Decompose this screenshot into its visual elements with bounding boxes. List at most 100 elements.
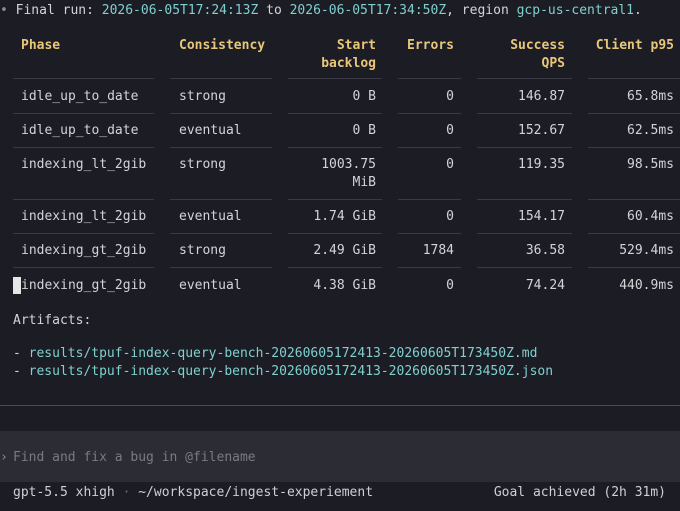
cell-start-backlog-line1: 1003.75 — [321, 157, 376, 172]
header-success-qps-line2: QPS — [541, 56, 565, 71]
header-rule — [588, 78, 680, 79]
artifact-dash: - — [13, 346, 29, 361]
artifacts-heading: Artifacts: — [13, 313, 92, 328]
header-rule — [288, 78, 382, 79]
run-region: gcp-us-central1 — [516, 3, 635, 18]
row-rule — [13, 233, 154, 234]
cell-client-p95: 529.4ms — [619, 243, 674, 258]
row-rule — [398, 113, 461, 114]
cell-success-qps: 152.67 — [518, 123, 565, 138]
summary-prefix: Final run: — [15, 3, 102, 18]
row-rule — [13, 113, 154, 114]
run-start-time: 2026-06-05T17:24:13Z — [101, 3, 259, 18]
header-rule — [398, 78, 461, 79]
header-rule — [13, 78, 154, 79]
header-client-p95: Client p95 — [595, 38, 674, 53]
cell-phase: indexing_gt_2gib — [21, 278, 147, 293]
row-rule — [13, 147, 154, 148]
cell-start-backlog: 2.49 GiB — [313, 243, 376, 258]
cell-errors: 1784 — [422, 243, 454, 258]
run-end-time: 2026-06-05T17:34:50Z — [289, 3, 447, 18]
cell-success-qps: 36.58 — [525, 243, 565, 258]
status-bar-left: gpt-5.5 xhigh · ~/workspace/ingest-exper… — [13, 485, 373, 500]
cell-consistency: eventual — [179, 123, 242, 138]
run-summary: • Final run: 2026-06-05T17:24:13Z to 202… — [0, 3, 642, 18]
cell-phase: idle_up_to_date — [21, 89, 139, 104]
cell-client-p95: 98.5ms — [627, 157, 674, 172]
artifact-item: - results/tpuf-index-query-bench-2026060… — [13, 364, 553, 379]
row-rule — [170, 233, 272, 234]
cell-phase: indexing_gt_2gib — [21, 243, 147, 258]
cell-client-p95: 62.5ms — [627, 123, 674, 138]
header-success-qps: Success QPS — [510, 37, 565, 73]
row-rule — [398, 199, 461, 200]
cell-start-backlog: 4.38 GiB — [313, 278, 376, 293]
cell-start-backlog: 0 B — [352, 89, 376, 104]
header-rule — [170, 78, 272, 79]
cell-phase: idle_up_to_date — [21, 123, 139, 138]
header-start-backlog-line2: backlog — [321, 56, 376, 71]
cell-phase: indexing_lt_2gib — [21, 157, 147, 172]
artifact-link[interactable]: results/tpuf-index-query-bench-202606051… — [29, 346, 538, 361]
prompt-input[interactable]: Find and fix a bug in @filename — [13, 450, 256, 465]
cell-consistency: eventual — [179, 209, 242, 224]
row-rule — [398, 267, 461, 268]
cell-client-p95: 65.8ms — [627, 89, 674, 104]
header-start-backlog: Start backlog — [321, 37, 376, 73]
cell-client-p95: 440.9ms — [619, 278, 674, 293]
row-rule — [288, 199, 382, 200]
row-rule — [288, 113, 382, 114]
cell-client-p95: 60.4ms — [627, 209, 674, 224]
goal-status: Goal achieved (2h 31m) — [493, 485, 666, 500]
status-separator: · — [114, 485, 139, 500]
header-start-backlog-line1: Start — [336, 38, 376, 53]
row-rule — [477, 113, 572, 114]
cell-start-backlog-line2: MiB — [352, 175, 376, 190]
row-rule — [13, 199, 154, 200]
row-rule — [170, 267, 272, 268]
cell-success-qps: 119.35 — [518, 157, 565, 172]
row-rule — [398, 233, 461, 234]
text-cursor — [13, 277, 21, 294]
cell-consistency: eventual — [179, 278, 242, 293]
cell-errors: 0 — [446, 157, 454, 172]
artifact-link[interactable]: results/tpuf-index-query-bench-202606051… — [29, 364, 553, 379]
artifact-item: - results/tpuf-index-query-bench-2026060… — [13, 346, 537, 361]
summary-suffix: . — [634, 3, 642, 18]
row-rule — [588, 233, 680, 234]
row-rule — [13, 267, 154, 268]
bullet-icon: • — [0, 3, 8, 18]
row-rule — [588, 147, 680, 148]
cell-consistency: strong — [179, 243, 226, 258]
header-rule — [477, 78, 572, 79]
cell-phase: indexing_lt_2gib — [21, 209, 147, 224]
prompt-chevron-icon: › — [0, 450, 8, 465]
row-rule — [288, 233, 382, 234]
row-rule — [477, 267, 572, 268]
cell-success-qps: 146.87 — [518, 89, 565, 104]
cell-errors: 0 — [446, 123, 454, 138]
header-consistency: Consistency — [179, 38, 266, 53]
row-rule — [288, 147, 382, 148]
row-rule — [477, 147, 572, 148]
cell-success-qps: 154.17 — [518, 209, 565, 224]
cell-consistency: strong — [179, 157, 226, 172]
row-rule — [170, 113, 272, 114]
output-separator — [0, 405, 680, 406]
row-rule — [477, 199, 572, 200]
header-phase: Phase — [21, 38, 61, 53]
artifact-dash: - — [13, 364, 29, 379]
header-errors: Errors — [407, 38, 454, 53]
row-rule — [170, 199, 272, 200]
cell-start-backlog: 0 B — [352, 123, 376, 138]
cell-start-backlog: 1.74 GiB — [313, 209, 376, 224]
header-success-qps-line1: Success — [510, 38, 565, 53]
row-rule — [588, 199, 680, 200]
row-rule — [398, 147, 461, 148]
cell-success-qps: 74.24 — [525, 278, 565, 293]
cell-consistency: strong — [179, 89, 226, 104]
cell-errors: 0 — [446, 89, 454, 104]
row-rule — [588, 113, 680, 114]
row-rule — [588, 267, 680, 268]
row-rule — [477, 233, 572, 234]
